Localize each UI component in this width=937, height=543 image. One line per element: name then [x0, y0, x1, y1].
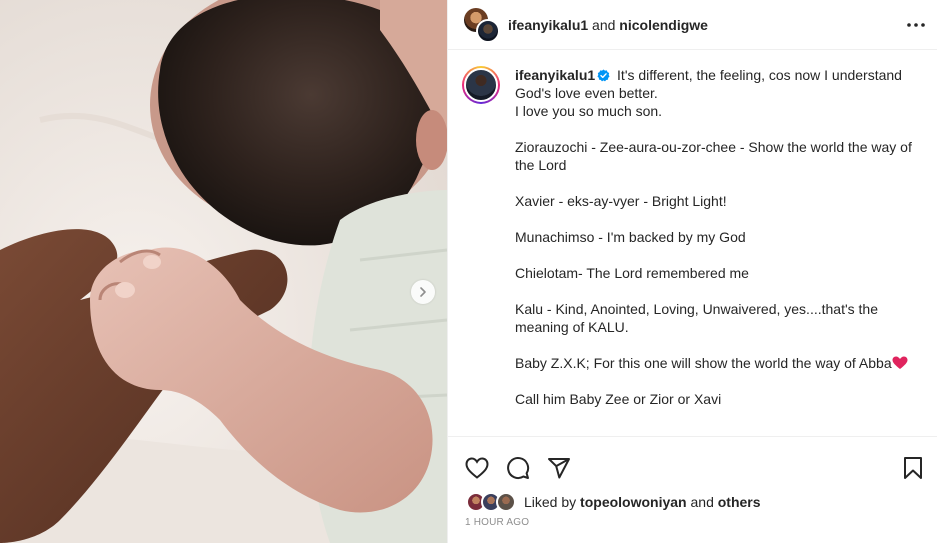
post-header: ifeanyikalu1 and nicolendigwe: [448, 0, 937, 50]
avatar: [464, 68, 498, 102]
red-heart-icon: [892, 356, 908, 369]
collaborator-username[interactable]: nicolendigwe: [619, 17, 708, 33]
post-timestamp[interactable]: 1 HOUR AGO: [465, 517, 529, 528]
chevron-right-icon: [420, 287, 426, 297]
likes-connector: and: [690, 494, 714, 510]
caption-line: Kalu - Kind, Anointed, Loving, Unwaivere…: [515, 301, 878, 335]
caption-line: I love you so much son.: [515, 103, 663, 119]
caption-line: Call him Baby Zee or Zior or Xavi: [515, 391, 722, 407]
caption-username[interactable]: ifeanyikalu1: [515, 67, 595, 83]
comment-icon: [507, 456, 530, 479]
caption-section: ifeanyikalu1 It's different, the feeling…: [448, 50, 937, 436]
author-username[interactable]: ifeanyikalu1: [508, 17, 588, 33]
more-options-button[interactable]: [905, 14, 927, 36]
caption-line: Chielotam- The Lord remembered me: [515, 265, 749, 281]
post-detail-panel: ifeanyikalu1 and nicolendigwe ifeanyikal…: [447, 0, 937, 543]
likes-summary: Liked by topeolowoniyan and others: [466, 491, 761, 513]
authors-connector: and: [592, 16, 616, 33]
caption-line: Baby Z.X.K; For this one will show the w…: [515, 355, 892, 371]
likes-others-link[interactable]: others: [718, 494, 761, 510]
like-button[interactable]: [464, 455, 490, 481]
post-authors: ifeanyikalu1 and nicolendigwe: [508, 17, 708, 33]
save-button[interactable]: [900, 455, 926, 481]
caption-line: Xavier - eks-ay-vyer - Bright Light!: [515, 193, 727, 209]
heart-outline-icon: [465, 456, 489, 479]
liked-by-prefix: Liked by: [524, 494, 577, 510]
bookmark-icon: [904, 456, 922, 479]
collab-avatars[interactable]: [464, 6, 500, 44]
liker-avatars[interactable]: [466, 491, 518, 513]
post-actions-bar: [448, 436, 937, 486]
comment-button[interactable]: [505, 455, 531, 481]
verified-badge-icon: [597, 69, 610, 82]
carousel-next-button[interactable]: [411, 280, 435, 304]
caption-avatar[interactable]: [462, 66, 500, 104]
share-button[interactable]: [546, 455, 572, 481]
post-image[interactable]: [0, 0, 447, 543]
caption-line: Munachimso - I'm backed by my God: [515, 229, 746, 245]
avatar: [496, 492, 516, 512]
liker-username[interactable]: topeolowoniyan: [580, 494, 687, 510]
send-icon: [548, 457, 570, 478]
caption-line: Ziorauzochi - Zee-aura-ou-zor-chee - Sho…: [515, 139, 912, 173]
baby-photo: [0, 0, 447, 543]
avatar: [476, 18, 500, 43]
caption-text: ifeanyikalu1 It's different, the feeling…: [515, 66, 921, 436]
more-horizontal-icon: [907, 23, 925, 27]
